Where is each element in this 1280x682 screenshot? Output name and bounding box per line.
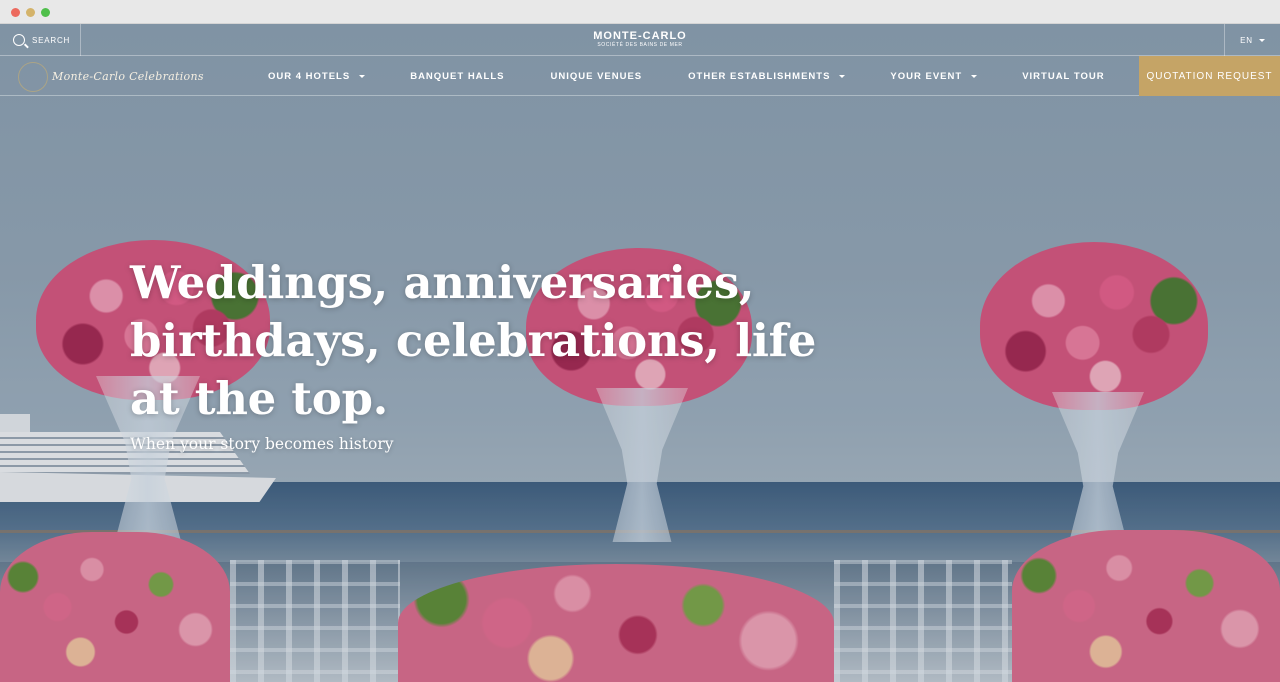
- search-label: SEARCH: [32, 35, 71, 45]
- nav-item-label: UNIQUE VENUES: [550, 70, 643, 82]
- nav-item-label: VIRTUAL TOUR: [1022, 70, 1105, 82]
- search-button[interactable]: SEARCH: [0, 24, 81, 56]
- logo-text: Monte-Carlo Celebrations: [52, 69, 204, 83]
- close-window-icon[interactable]: [11, 8, 20, 17]
- nav-item-other-establishments[interactable]: OTHER ESTABLISHMENTS: [688, 70, 846, 82]
- celebrations-logo[interactable]: Monte-Carlo Celebrations: [18, 60, 208, 92]
- nav-item-label: OTHER ESTABLISHMENTS: [688, 70, 831, 82]
- main-navigation: Monte-Carlo Celebrations OUR 4 HOTELS BA…: [0, 56, 1280, 96]
- nav-menu: OUR 4 HOTELS BANQUET HALLS UNIQUE VENUES…: [256, 56, 1105, 96]
- nav-item-virtual-tour[interactable]: VIRTUAL TOUR: [1022, 71, 1104, 82]
- nav-item-unique-venues[interactable]: UNIQUE VENUES: [550, 71, 642, 82]
- logo-emblem-icon: [18, 62, 48, 92]
- nav-item-label: YOUR EVENT: [890, 70, 963, 82]
- brand-subtitle: SOCIÉTÉ DES BAINS DE MER: [597, 42, 683, 48]
- browser-chrome: [0, 0, 1280, 24]
- brand-logo[interactable]: MONTE-CARLO SOCIÉTÉ DES BAINS DE MER: [560, 30, 720, 49]
- language-label: EN: [1240, 35, 1253, 45]
- nav-item-our-4-hotels[interactable]: OUR 4 HOTELS: [268, 70, 366, 82]
- chevron-down-icon: [1258, 38, 1265, 42]
- nav-item-your-event[interactable]: YOUR EVENT: [890, 70, 978, 82]
- chevron-down-icon: [971, 74, 978, 78]
- nav-item-label: BANQUET HALLS: [410, 70, 505, 82]
- nav-item-banquet-halls[interactable]: BANQUET HALLS: [410, 71, 504, 82]
- hero-subline: When your story becomes history: [130, 435, 394, 453]
- minimize-window-icon[interactable]: [26, 8, 35, 17]
- search-icon: [13, 34, 25, 46]
- maximize-window-icon[interactable]: [41, 8, 50, 17]
- language-selector[interactable]: EN: [1224, 24, 1280, 56]
- quotation-request-button[interactable]: QUOTATION REQUEST: [1139, 56, 1280, 96]
- brand-name: MONTE-CARLO: [593, 30, 687, 42]
- chevron-down-icon: [359, 74, 366, 78]
- chevron-down-icon: [839, 74, 846, 78]
- nav-item-label: OUR 4 HOTELS: [268, 70, 351, 82]
- utility-bar: SEARCH MONTE-CARLO SOCIÉTÉ DES BAINS DE …: [0, 24, 1280, 56]
- hero-headline: Weddings, anniversaries, birthdays, cele…: [130, 256, 817, 425]
